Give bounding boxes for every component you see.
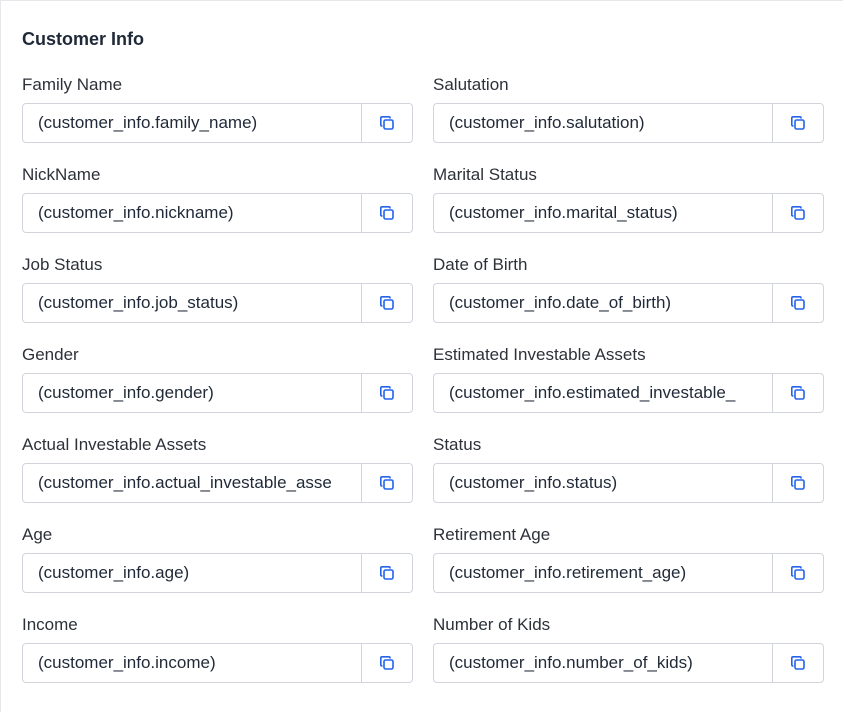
copy-button[interactable]: [772, 374, 823, 412]
field-value[interactable]: (customer_info.marital_status): [434, 194, 772, 232]
field-number-of-kids: Number of Kids (customer_info.number_of_…: [433, 613, 824, 693]
field-value[interactable]: (customer_info.actual_investable_asse: [23, 464, 361, 502]
field-label: Date of Birth: [433, 255, 528, 274]
field-gender: Gender (customer_info.gender): [22, 343, 413, 423]
field-family-name: Family Name (customer_info.family_name): [22, 73, 413, 153]
copy-icon: [380, 206, 394, 220]
field-value[interactable]: (customer_info.salutation): [434, 104, 772, 142]
gender-field[interactable]: (customer_info.gender): [22, 373, 413, 413]
copy-button[interactable]: [361, 194, 412, 232]
copy-button[interactable]: [772, 104, 823, 142]
field-value[interactable]: (customer_info.gender): [23, 374, 361, 412]
field-date-of-birth: Date of Birth (customer_info.date_of_bir…: [433, 253, 824, 333]
field-job-status: Job Status (customer_info.job_status): [22, 253, 413, 333]
copy-icon: [380, 566, 394, 580]
field-label: Gender: [22, 345, 79, 364]
copy-icon: [380, 476, 394, 490]
section-title: Customer Info: [22, 29, 145, 49]
field-label: Salutation: [433, 75, 509, 94]
copy-button[interactable]: [772, 464, 823, 502]
retirement-age-field[interactable]: (customer_info.retirement_age): [433, 553, 824, 593]
copy-icon: [380, 116, 394, 130]
age-field[interactable]: (customer_info.age): [22, 553, 413, 593]
salutation-field[interactable]: (customer_info.salutation): [433, 103, 824, 143]
copy-button[interactable]: [361, 374, 412, 412]
copy-icon: [791, 386, 805, 400]
field-value[interactable]: (customer_info.nickname): [23, 194, 361, 232]
field-retirement-age: Retirement Age (customer_info.retirement…: [433, 523, 824, 603]
copy-button[interactable]: [772, 644, 823, 682]
copy-icon: [791, 656, 805, 670]
copy-button[interactable]: [772, 284, 823, 322]
field-value[interactable]: (customer_info.income): [23, 644, 361, 682]
field-label: Marital Status: [433, 165, 537, 184]
status-field[interactable]: (customer_info.status): [433, 463, 824, 503]
actual-investable-assets-field[interactable]: (customer_info.actual_investable_asse: [22, 463, 413, 503]
field-label: Estimated Investable Assets: [433, 345, 646, 364]
number-of-kids-field[interactable]: (customer_info.number_of_kids): [433, 643, 824, 683]
copy-button[interactable]: [361, 644, 412, 682]
field-label: Retirement Age: [433, 525, 551, 544]
marital-status-field[interactable]: (customer_info.marital_status): [433, 193, 824, 233]
field-value[interactable]: (customer_info.family_name): [23, 104, 361, 142]
nickname-field[interactable]: (customer_info.nickname): [22, 193, 413, 233]
copy-icon: [380, 386, 394, 400]
copy-button[interactable]: [361, 104, 412, 142]
copy-icon: [380, 296, 394, 310]
copy-button[interactable]: [361, 554, 412, 592]
copy-button[interactable]: [361, 284, 412, 322]
field-label: Family Name: [22, 75, 123, 94]
field-label: NickName: [22, 165, 101, 184]
copy-icon: [791, 206, 805, 220]
field-label: Income: [22, 615, 78, 634]
field-value[interactable]: (customer_info.status): [434, 464, 772, 502]
field-estimated-investable-assets: Estimated Investable Assets (customer_in…: [433, 343, 824, 423]
customer-info-panel: Customer Info Family Name (customer_info…: [0, 0, 843, 712]
field-label: Actual Investable Assets: [22, 435, 207, 454]
estimated-investable-assets-field[interactable]: (customer_info.estimated_investable_: [433, 373, 824, 413]
copy-button[interactable]: [772, 194, 823, 232]
field-label: Job Status: [22, 255, 103, 274]
copy-icon: [380, 656, 394, 670]
copy-icon: [791, 116, 805, 130]
copy-icon: [791, 296, 805, 310]
field-actual-investable-assets: Actual Investable Assets (customer_info.…: [22, 433, 413, 513]
copy-icon: [791, 476, 805, 490]
field-marital-status: Marital Status (customer_info.marital_st…: [433, 163, 824, 243]
copy-button[interactable]: [361, 464, 412, 502]
field-value[interactable]: (customer_info.retirement_age): [434, 554, 772, 592]
field-label: Status: [433, 435, 482, 454]
family-name-field[interactable]: (customer_info.family_name): [22, 103, 413, 143]
field-label: Age: [22, 525, 53, 544]
field-value[interactable]: (customer_info.job_status): [23, 284, 361, 322]
field-value[interactable]: (customer_info.age): [23, 554, 361, 592]
field-value[interactable]: (customer_info.number_of_kids): [434, 644, 772, 682]
field-age: Age (customer_info.age): [22, 523, 413, 603]
field-status: Status (customer_info.status): [433, 433, 824, 513]
field-income: Income (customer_info.income): [22, 613, 413, 693]
field-value[interactable]: (customer_info.date_of_birth): [434, 284, 772, 322]
income-field[interactable]: (customer_info.income): [22, 643, 413, 683]
copy-button[interactable]: [772, 554, 823, 592]
field-label: Number of Kids: [433, 615, 551, 634]
field-salutation: Salutation (customer_info.salutation): [433, 73, 824, 153]
fields-grid: Family Name (customer_info.family_name) …: [22, 73, 825, 693]
field-nickname: NickName (customer_info.nickname): [22, 163, 413, 243]
field-value[interactable]: (customer_info.estimated_investable_: [434, 374, 772, 412]
date-of-birth-field[interactable]: (customer_info.date_of_birth): [433, 283, 824, 323]
job-status-field[interactable]: (customer_info.job_status): [22, 283, 413, 323]
copy-icon: [791, 566, 805, 580]
